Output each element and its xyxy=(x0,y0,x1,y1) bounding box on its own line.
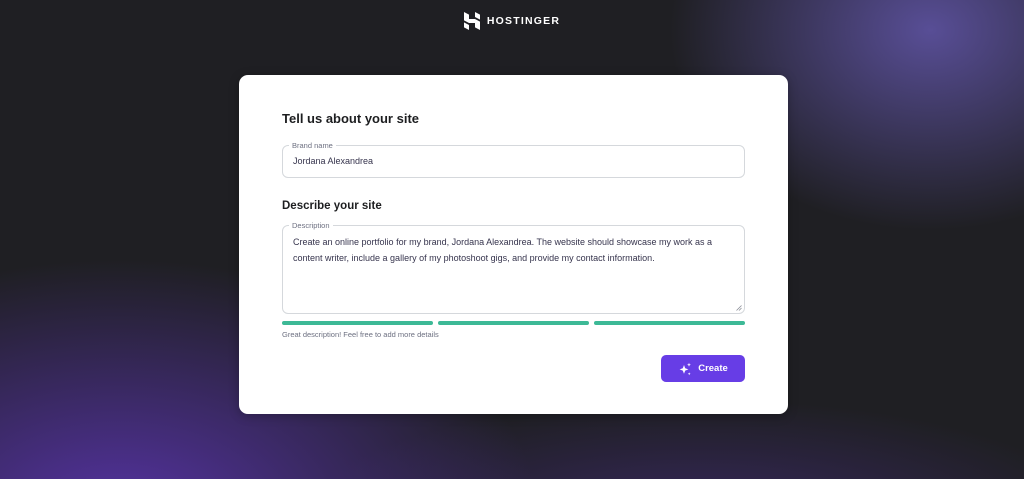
brand-name: HOSTINGER xyxy=(486,15,561,27)
brand-name-input[interactable]: Jordana Alexandrea xyxy=(293,156,373,166)
resize-handle-icon[interactable] xyxy=(736,305,742,311)
page-title: Tell us about your site xyxy=(282,111,420,126)
brand-name-label: Brand name xyxy=(289,140,336,151)
strength-bar-segment xyxy=(594,321,745,325)
sparkle-icon xyxy=(679,362,692,375)
description-field[interactable]: Description Create an online portfolio f… xyxy=(282,220,745,314)
create-button-label: Create xyxy=(698,363,728,374)
hostinger-logo-icon xyxy=(463,12,480,30)
description-textarea[interactable]: Create an online portfolio for my brand,… xyxy=(293,235,734,266)
site-info-card: Tell us about your site Brand name Jorda… xyxy=(239,75,788,414)
describe-title: Describe your site xyxy=(282,200,382,212)
brand-name-field[interactable]: Brand name Jordana Alexandrea xyxy=(282,140,745,178)
strength-bar-segment xyxy=(438,321,589,325)
strength-bar-segment xyxy=(282,321,433,325)
brand-header: HOSTINGER xyxy=(0,12,1024,30)
create-button[interactable]: Create xyxy=(661,355,745,382)
description-strength-meter xyxy=(282,321,745,325)
description-label: Description xyxy=(289,220,333,231)
strength-hint: Great description! Feel free to add more… xyxy=(282,330,439,339)
